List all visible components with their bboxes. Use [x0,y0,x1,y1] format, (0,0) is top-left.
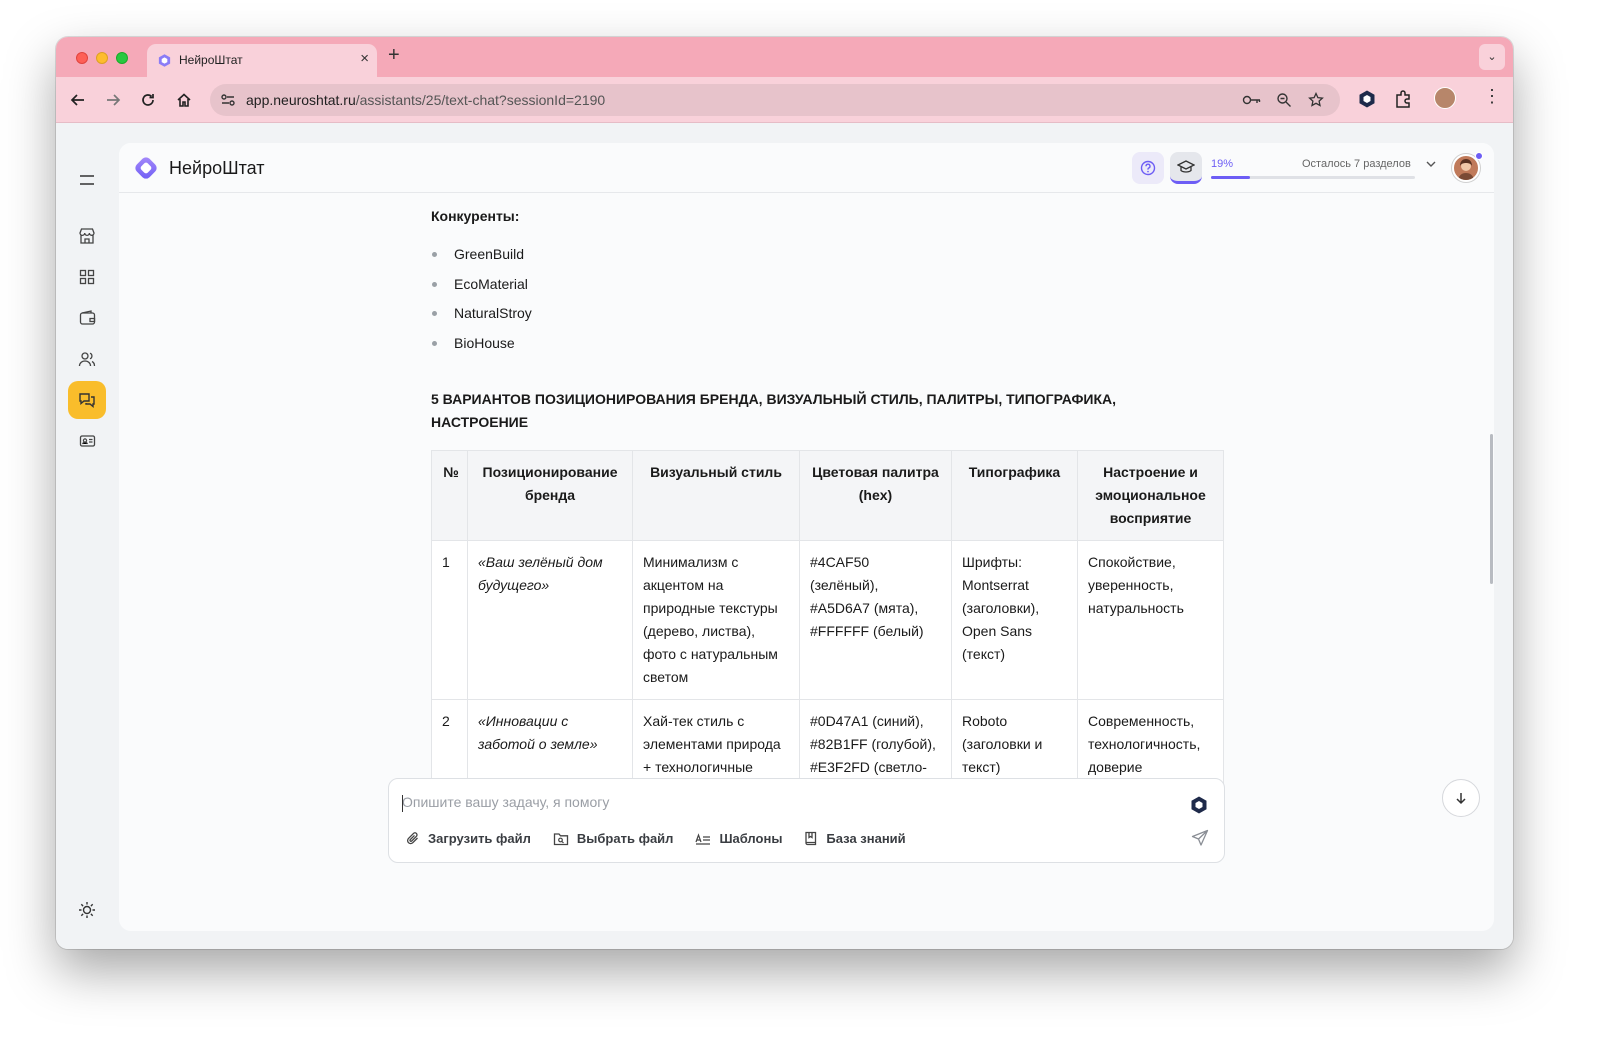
browser-tab[interactable]: НейроШтат × [147,44,377,77]
templates-button[interactable]: Шаблоны [695,831,782,846]
forward-arrow-icon[interactable] [100,87,126,113]
table-header: Визуальный стиль [632,450,800,541]
browser-window: НейроШтат × + ⌄ app.neuroshtat.ru/assist… [56,37,1513,949]
competitors-heading: Конкуренты: [431,208,520,224]
neuroshtat-logo-icon[interactable] [134,156,158,180]
ai-hex-icon [1191,796,1207,814]
progress-percent: 19% [1211,158,1234,170]
id-card-icon[interactable] [68,422,106,460]
table-cell: 1 [431,540,468,700]
composer-actions: Загрузить файл Выбрать файл Шаблоны База… [406,831,928,846]
list-item: GreenBuild [431,244,532,274]
table-cell: Шрифты: Montserrat (заголовки), Open San… [951,540,1078,700]
tab-title: НейроШтат [179,53,243,67]
scroll-to-bottom-button[interactable] [1442,779,1480,817]
templates-label: Шаблоны [719,831,783,846]
progress-bar [1211,176,1415,179]
competitors-list: GreenBuild EcoMaterial NaturalStroy BioH… [431,244,532,362]
text-caret [402,795,403,812]
arrow-down-icon [1456,793,1466,805]
store-icon[interactable] [68,217,106,255]
chat-content: Конкуренты: GreenBuild EcoMaterial Natur… [119,194,1494,834]
table-header: Позиционирование бренда [467,450,633,541]
table-header: Типографика [951,450,1078,541]
hamburger-menu-icon[interactable] [68,161,106,199]
upload-file-button[interactable]: Загрузить файл [406,831,531,846]
close-window-button[interactable] [76,52,88,64]
main-panel: НейроШтат 19% Осталось 7 разделов Конкур… [119,143,1494,931]
back-arrow-icon[interactable] [65,87,91,113]
folder-search-icon [553,832,569,845]
book-icon [805,831,817,846]
question-circle-icon [1140,160,1156,176]
tab-close-icon[interactable]: × [360,50,369,67]
knowledge-base-label: База знаний [826,831,906,846]
browser-toolbar: app.neuroshtat.ru/assistants/25/text-cha… [56,77,1513,123]
templates-text-icon [695,832,711,845]
profile-avatar[interactable] [1434,87,1456,109]
table-row: 1 «Ваш зелёный дом будущего» Минимализм … [431,540,1224,700]
ai-model-button[interactable] [1187,793,1211,817]
wallet-icon[interactable] [68,299,106,337]
table-cell: Спокойствие, уверенность, натуральность [1077,540,1224,700]
chat-icon[interactable] [68,381,106,419]
positioning-table: № Позиционирование бренда Визуальный сти… [431,450,1224,834]
site-settings-icon[interactable] [220,92,236,108]
paperclip-icon [406,832,418,845]
zoom-window-button[interactable] [116,52,128,64]
list-item: NaturalStroy [431,303,532,333]
reload-icon[interactable] [135,87,161,113]
users-icon[interactable] [68,340,106,378]
notification-dot [1475,152,1483,160]
table-header: Настроение и эмоциональное восприятие [1077,450,1224,541]
extension-hex-icon[interactable] [1357,89,1377,109]
list-item: EcoMaterial [431,274,532,304]
send-icon[interactable] [1191,829,1209,847]
dashboard-grid-icon[interactable] [68,258,106,296]
table-header: № [431,450,468,541]
table-header: Цветовая палитра (hex) [799,450,952,541]
zoom-icon[interactable] [1276,92,1292,108]
home-icon[interactable] [171,87,197,113]
neuroshtat-favicon-icon [158,54,171,67]
browser-menu-icon[interactable]: ⋮ [1483,86,1501,106]
extensions-puzzle-icon[interactable] [1393,89,1413,109]
tab-bar: НейроШтат × + ⌄ [56,37,1513,77]
brand-name[interactable]: НейроШтат [169,158,264,179]
tab-search-chevron-icon[interactable]: ⌄ [1479,44,1505,70]
scrollbar[interactable] [1490,434,1493,584]
education-button[interactable] [1170,152,1202,184]
minimize-window-button[interactable] [96,52,108,64]
message-input[interactable] [402,794,1172,810]
left-sidebar [56,124,118,949]
help-button[interactable] [1132,152,1164,184]
theme-sun-icon[interactable] [68,891,106,929]
app-header: НейроШтат 19% Осталось 7 разделов [119,143,1494,193]
progress-fill [1211,176,1250,179]
table-cell: Минимализм с акцентом на природные текст… [632,540,800,700]
sections-remaining: Осталось 7 разделов [1302,158,1411,170]
address-bar[interactable]: app.neuroshtat.ru/assistants/25/text-cha… [210,84,1340,116]
section-heading: 5 ВАРИАНТОВ ПОЗИЦИОНИРОВАНИЯ БРЕНДА, ВИЗ… [431,391,1117,430]
graduation-cap-icon [1177,159,1195,173]
new-tab-icon[interactable]: + [388,44,400,67]
table-cell: «Ваш зелёный дом будущего» [467,540,633,700]
choose-file-label: Выбрать файл [576,831,674,846]
table-header-row: № Позиционирование бренда Визуальный сти… [431,450,1224,541]
upload-file-label: Загрузить файл [428,831,531,846]
list-item: BioHouse [431,333,532,363]
chevron-down-icon[interactable] [1425,158,1437,170]
choose-file-button[interactable]: Выбрать файл [553,831,674,846]
bookmark-star-icon[interactable] [1308,92,1324,108]
knowledge-base-button[interactable]: База знаний [804,831,906,846]
table-cell: #4CAF50 (зелёный), #A5D6A7 (мята), #FFFF… [799,540,952,700]
app-root: НейроШтат 19% Осталось 7 разделов Конкур… [56,124,1513,949]
url-text[interactable]: app.neuroshtat.ru/assistants/25/text-cha… [246,92,605,108]
message-composer: Загрузить файл Выбрать файл Шаблоны База… [388,778,1225,863]
password-key-icon[interactable] [1242,92,1262,108]
